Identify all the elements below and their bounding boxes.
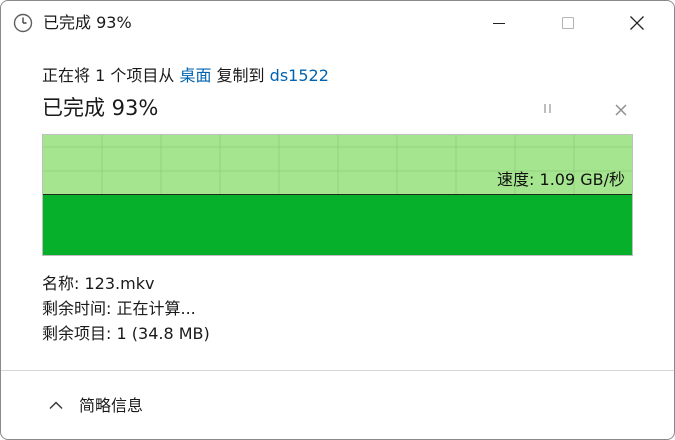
chevron-up-icon bbox=[49, 401, 63, 409]
footer-divider bbox=[1, 370, 674, 371]
speed-graph-line bbox=[43, 194, 632, 195]
detail-value: 123.mkv bbox=[84, 274, 155, 293]
minimize-icon bbox=[493, 22, 505, 25]
transfer-speed: 速度: 1.09 GB/秒 bbox=[497, 169, 625, 191]
fewer-details-label: 简略信息 bbox=[79, 396, 144, 415]
maximize-icon bbox=[561, 16, 575, 30]
title-bar[interactable]: 已完成 93% bbox=[1, 1, 674, 45]
detail-row-name: 名称: 123.mkv bbox=[42, 273, 154, 295]
clock-icon bbox=[13, 13, 33, 33]
close-icon bbox=[630, 16, 644, 30]
operation-middle: 复制到 bbox=[211, 66, 270, 85]
speed-graph: 速度: 1.09 GB/秒 bbox=[42, 134, 633, 256]
pause-button[interactable] bbox=[535, 97, 561, 123]
speed-graph-fill bbox=[43, 195, 632, 255]
operation-prefix: 正在将 1 个项目从 bbox=[42, 66, 180, 85]
detail-label: 名称: bbox=[42, 274, 80, 293]
speed-label: 速度: bbox=[497, 170, 535, 189]
progress-status: 已完成 93% bbox=[42, 96, 159, 120]
operation-description: 正在将 1 个项目从 桌面 复制到 ds1522 bbox=[42, 65, 329, 87]
detail-row-items-remaining: 剩余项目: 1 (34.8 MB) bbox=[42, 323, 210, 345]
cancel-button[interactable] bbox=[607, 97, 635, 125]
pause-icon bbox=[544, 104, 551, 113]
destination-link[interactable]: ds1522 bbox=[270, 66, 329, 85]
detail-value: 正在计算... bbox=[116, 299, 196, 318]
source-folder-link[interactable]: 桌面 bbox=[179, 66, 211, 85]
detail-label: 剩余项目: bbox=[42, 324, 112, 343]
detail-row-time-remaining: 剩余时间: 正在计算... bbox=[42, 298, 196, 320]
minimize-button[interactable] bbox=[475, 1, 523, 45]
detail-value: 1 (34.8 MB) bbox=[116, 324, 210, 343]
maximize-button[interactable] bbox=[544, 1, 592, 45]
speed-value: 1.09 GB/秒 bbox=[539, 170, 625, 189]
window-title: 已完成 93% bbox=[43, 13, 132, 32]
detail-label: 剩余时间: bbox=[42, 299, 112, 318]
copy-progress-window: 已完成 93% 正在将 1 个项目从 桌面 复制到 ds1522 已完成 93% bbox=[0, 0, 675, 440]
close-button[interactable] bbox=[613, 1, 661, 45]
cancel-icon bbox=[615, 104, 627, 116]
fewer-details-button[interactable]: 简略信息 bbox=[41, 391, 171, 421]
